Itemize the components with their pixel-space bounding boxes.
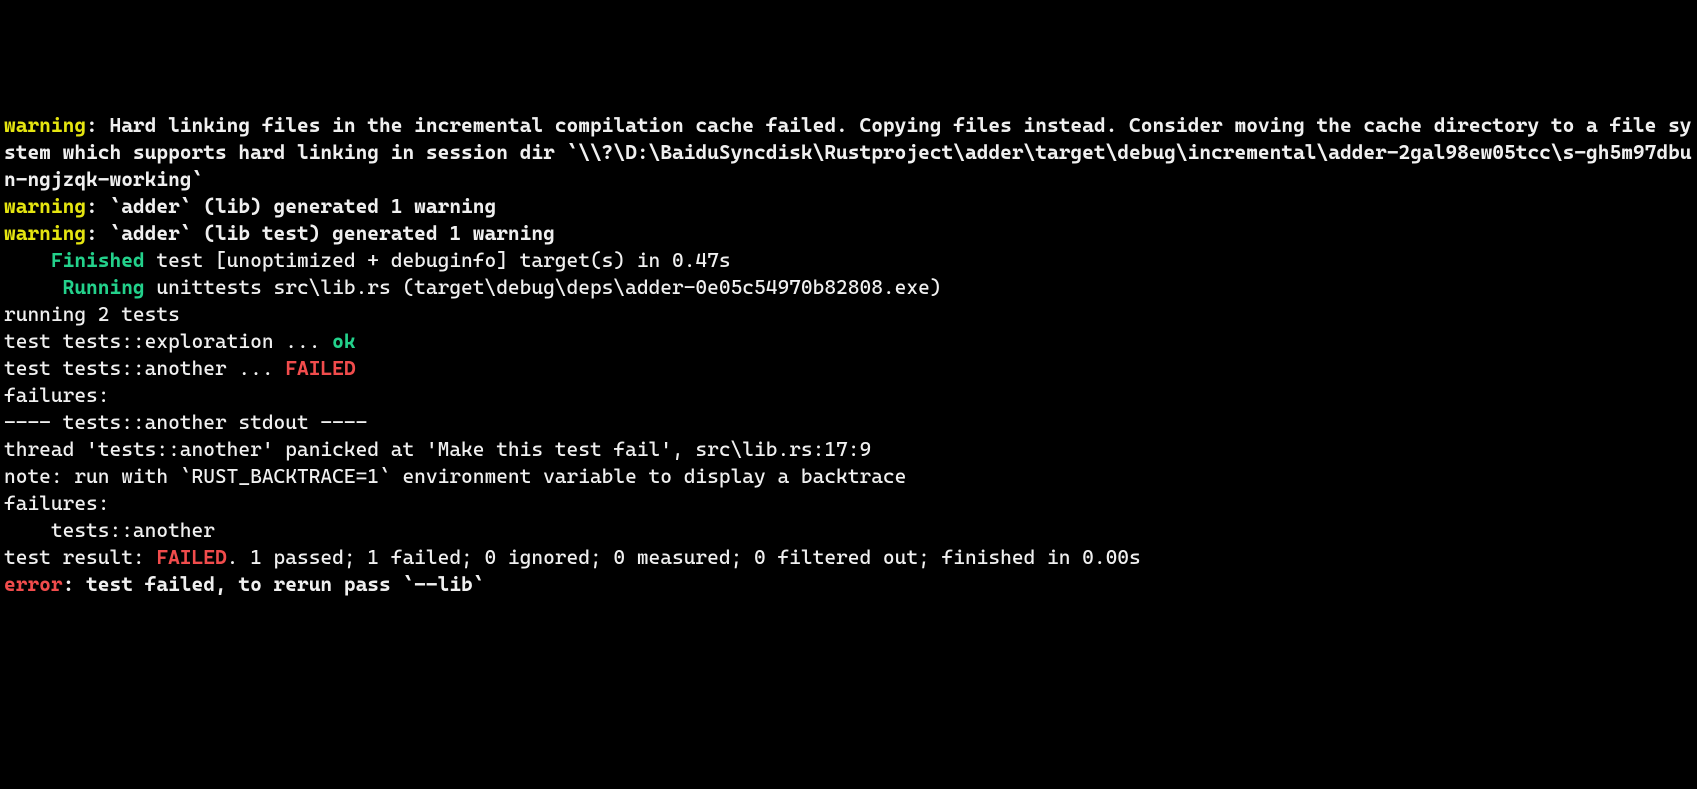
warning-label: warning [4,221,86,245]
warning-label: warning [4,194,86,218]
running-tests-count: running 2 tests [4,301,1693,328]
warning-line-3: warning: `adder` (lib test) generated 1 … [4,220,1693,247]
error-label: error [4,572,63,596]
warning-message: Hard linking files in the incremental co… [4,113,1692,191]
finished-line: Finished test [unoptimized + debuginfo] … [4,247,1693,274]
failures-header: failures: [4,382,1693,409]
failures-header-2: failures: [4,490,1693,517]
warning-line-2: warning: `adder` (lib) generated 1 warni… [4,193,1693,220]
finished-label: Finished [51,248,145,272]
failed-status: FAILED [156,545,226,569]
error-line: error: test failed, to rerun pass `--lib… [4,571,1693,598]
test-result-another: test tests::another ... FAILED [4,355,1693,382]
terminal-output: warning: Hard linking files in the incre… [4,112,1693,598]
failed-status: FAILED [285,356,355,380]
failed-test-name: tests::another [4,517,1693,544]
warning-label: warning [4,113,86,137]
running-label: Running [63,275,145,299]
panic-message: thread 'tests::another' panicked at 'Mak… [4,436,1693,463]
warning-line-1: warning: Hard linking files in the incre… [4,112,1693,193]
ok-status: ok [332,329,355,353]
stdout-header: ---- tests::another stdout ---- [4,409,1693,436]
test-result-summary: test result: FAILED. 1 passed; 1 failed;… [4,544,1693,571]
test-result-exploration: test tests::exploration ... ok [4,328,1693,355]
backtrace-note: note: run with `RUST_BACKTRACE=1` enviro… [4,463,1693,490]
running-line: Running unittests src\lib.rs (target\deb… [4,274,1693,301]
